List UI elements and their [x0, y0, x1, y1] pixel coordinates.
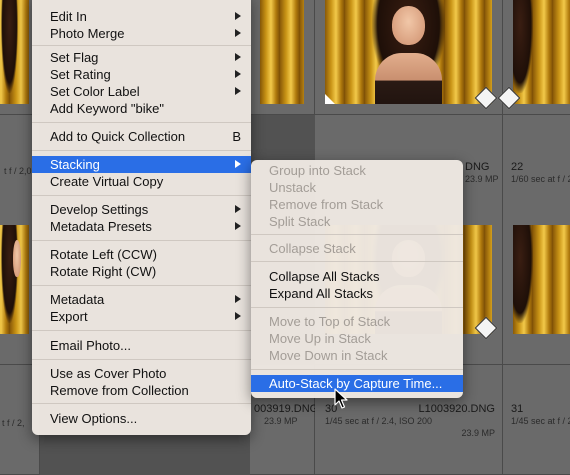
menu-separator [32, 330, 251, 331]
menu-separator [32, 122, 251, 123]
menu-item-rotate-left[interactable]: Rotate Left (CCW) [32, 246, 251, 263]
menu-item-metadata-presets[interactable]: Metadata Presets [32, 218, 251, 235]
submenu-arrow-icon [235, 312, 241, 320]
exposure-text: 1/45 sec at f / 2, [511, 416, 570, 426]
grid-cell[interactable]: 22 1/60 sec at f / 2, [503, 115, 570, 365]
menu-separator [32, 150, 251, 151]
grid-cell[interactable] [497, 0, 570, 115]
stacking-submenu: Group into Stack Unstack Remove from Sta… [251, 160, 463, 398]
submenu-arrow-icon [235, 70, 241, 78]
thumbnail[interactable] [0, 0, 29, 104]
submenu-arrow-icon [235, 295, 241, 303]
submenu-item-move-to-top: Move to Top of Stack [269, 314, 391, 329]
size-text: 23.9 MP [465, 174, 499, 184]
menu-item-add-to-quick-collection[interactable]: Add to Quick Collection B [32, 128, 251, 145]
submenu-item-split-stack: Split Stack [269, 214, 331, 229]
photo-number: 31 [511, 403, 524, 415]
mouse-pointer-icon [334, 388, 348, 409]
menu-item-photo-merge[interactable]: Photo Merge [32, 25, 251, 42]
exposure-text: 1/45 sec at f / 2.4, ISO 200 [325, 416, 433, 426]
menu-item-create-virtual-copy[interactable]: Create Virtual Copy [32, 173, 251, 190]
shortcut-label: B [232, 129, 241, 144]
menu-separator [32, 359, 251, 360]
grid-cell[interactable] [315, 0, 503, 115]
submenu-arrow-icon [235, 205, 241, 213]
menu-separator [32, 285, 251, 286]
submenu-arrow-icon [235, 222, 241, 230]
submenu-item-expand-all-stacks[interactable]: Expand All Stacks [251, 285, 463, 302]
menu-item-email-photo[interactable]: Email Photo... [32, 337, 251, 354]
size-text: 23.9 MP [461, 428, 495, 438]
menu-item-edit-in[interactable]: Edit In [32, 8, 251, 25]
menu-separator [251, 261, 463, 262]
submenu-item-collapse-stack: Collapse Stack [269, 241, 356, 256]
menu-separator [251, 307, 463, 308]
menu-separator [32, 240, 251, 241]
submenu-item-auto-stack-by-capture-time[interactable]: Auto-Stack by Capture Time... [251, 375, 463, 392]
submenu-arrow-icon [235, 12, 241, 20]
menu-item-stacking[interactable]: Stacking [32, 156, 251, 173]
submenu-item-unstack: Unstack [269, 180, 316, 195]
thumbnail[interactable] [0, 225, 29, 334]
menu-item-add-keyword[interactable]: Add Keyword "bike" [32, 100, 251, 117]
menu-separator [32, 195, 251, 196]
submenu-item-move-up: Move Up in Stack [269, 331, 371, 346]
submenu-arrow-icon [235, 160, 241, 168]
menu-item-develop-settings[interactable]: Develop Settings [32, 201, 251, 218]
grid-cell[interactable]: 31 1/45 sec at f / 2, [503, 365, 570, 475]
size-text: 23.9 MP [264, 416, 298, 426]
filename-text: DNG [465, 161, 490, 173]
context-menu: Edit In Photo Merge Set Flag Set Rating … [32, 0, 251, 435]
menu-item-metadata[interactable]: Metadata [32, 291, 251, 308]
submenu-item-group-into-stack: Group into Stack [269, 163, 366, 178]
filename-text: 003919.DNG [254, 403, 319, 415]
menu-item-set-flag[interactable]: Set Flag [32, 49, 251, 66]
thumbnail[interactable] [513, 0, 570, 104]
menu-separator [251, 369, 463, 370]
grid-cell[interactable] [250, 0, 315, 115]
menu-item-set-color-label[interactable]: Set Color Label [32, 83, 251, 100]
exposure-text: t f / 2,0, [4, 166, 35, 176]
submenu-arrow-icon [235, 53, 241, 61]
menu-item-export[interactable]: Export [32, 308, 251, 325]
exposure-text: t f / 2, [2, 418, 25, 428]
photo-number: 22 [511, 161, 524, 173]
submenu-item-move-down: Move Down in Stack [269, 348, 388, 363]
exposure-text: 1/60 sec at f / 2, [511, 174, 570, 184]
submenu-arrow-icon [235, 87, 241, 95]
submenu-arrow-icon [235, 29, 241, 37]
menu-separator [32, 45, 251, 46]
thumbnail[interactable] [325, 0, 492, 104]
thumbnail[interactable] [260, 0, 304, 104]
menu-item-remove-from-collection[interactable]: Remove from Collection [32, 382, 251, 399]
menu-item-rotate-right[interactable]: Rotate Right (CW) [32, 263, 251, 280]
submenu-item-remove-from-stack: Remove from Stack [269, 197, 384, 212]
menu-item-use-as-cover-photo[interactable]: Use as Cover Photo [32, 365, 251, 382]
menu-item-view-options[interactable]: View Options... [32, 410, 251, 427]
menu-item-set-rating[interactable]: Set Rating [32, 66, 251, 83]
menu-separator [32, 403, 251, 404]
filename-text: L1003920.DNG [418, 403, 495, 415]
menu-separator [251, 234, 463, 235]
submenu-item-collapse-all-stacks[interactable]: Collapse All Stacks [251, 268, 463, 285]
thumbnail[interactable] [513, 225, 570, 334]
flag-corner-icon [325, 94, 335, 104]
